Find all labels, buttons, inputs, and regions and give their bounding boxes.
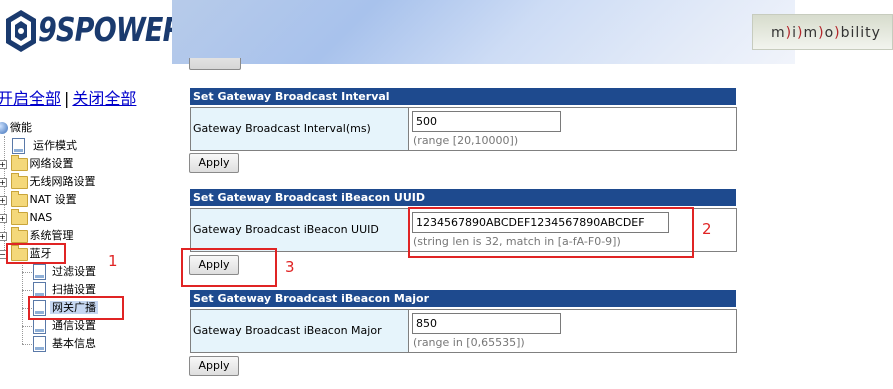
collapse-all-link[interactable]: 关闭全部	[72, 89, 136, 108]
apply-button-previous-partial[interactable]	[189, 58, 241, 70]
expand-plus-icon[interactable]: +	[0, 231, 7, 241]
annotation-box-bluetooth	[6, 243, 66, 264]
tree-item-filter-settings[interactable]: 过滤设置	[33, 264, 96, 280]
tree-connector	[22, 262, 23, 344]
header-logo-area: 9SPOWER	[0, 0, 183, 64]
folder-icon	[10, 208, 28, 225]
folder-icon	[10, 154, 28, 171]
section-header-interval: Set Gateway Broadcast Interval	[190, 88, 736, 105]
tree-item-system[interactable]: + 系统管理	[0, 226, 74, 244]
major-hint: (range in [0,65535])	[413, 336, 525, 349]
tree-item-operation-mode[interactable]: 运作模式	[12, 138, 77, 154]
page-icon	[33, 264, 46, 280]
page-icon	[33, 336, 46, 352]
folder-icon	[10, 172, 28, 189]
apply-interval-button[interactable]: Apply	[189, 153, 239, 173]
major-label: Gateway Broadcast iBeacon Major	[191, 310, 409, 352]
expand-plus-icon[interactable]: +	[0, 177, 7, 187]
interval-label: Gateway Broadcast Interval(ms)	[191, 108, 409, 150]
tree-item-comm-settings[interactable]: 通信设置	[33, 318, 96, 334]
expand-plus-icon[interactable]: +	[0, 195, 7, 205]
tree-item-nas[interactable]: + NAS	[0, 208, 52, 226]
form-row-interval: Gateway Broadcast Interval(ms) (range [2…	[190, 107, 737, 151]
annotation-box-apply	[181, 248, 277, 287]
section-header-major: Set Gateway Broadcast iBeacon Major	[190, 290, 736, 307]
annotation-number-3: 3	[285, 258, 295, 276]
annotation-number-1: 1	[108, 252, 118, 270]
annotation-box-uuid-input	[408, 207, 694, 258]
annotation-number-2: 2	[702, 220, 712, 238]
apply-major-button[interactable]: Apply	[189, 356, 239, 376]
uuid-label: Gateway Broadcast iBeacon UUID	[191, 209, 409, 251]
link-separator: |	[64, 89, 70, 108]
expand-all-link[interactable]: 开启全部	[0, 89, 61, 108]
section-header-uuid: Set Gateway Broadcast iBeacon UUID	[190, 189, 736, 206]
page-icon	[12, 138, 25, 154]
root-globe-icon	[0, 122, 8, 134]
form-row-major: Gateway Broadcast iBeacon Major (range i…	[190, 309, 737, 353]
tree-connector	[22, 344, 32, 345]
tree-toggle-links: 开启全部 | 关闭全部	[0, 85, 136, 109]
interval-hint: (range [20,10000])	[413, 134, 519, 147]
interval-input[interactable]	[412, 111, 561, 132]
partner-logo: m)i)m)o)bility	[752, 14, 893, 50]
folder-icon	[10, 226, 28, 243]
header-banner	[172, 0, 795, 64]
tree-item-network[interactable]: + 网络设置	[0, 154, 74, 172]
tree-connector	[22, 326, 32, 327]
tree-item-basic-info[interactable]: 基本信息	[33, 336, 96, 352]
folder-icon	[10, 190, 28, 207]
major-input[interactable]	[412, 313, 561, 334]
annotation-box-gateway-broadcast	[28, 296, 124, 320]
tree-connector	[22, 290, 32, 291]
tree-connector	[22, 272, 32, 273]
brand-name: 9SPOWER	[38, 10, 183, 49]
tree-item-wireless[interactable]: + 无线网路设置	[0, 172, 96, 190]
brand-logo-icon	[6, 10, 36, 52]
expand-plus-icon[interactable]: +	[0, 159, 7, 169]
expand-plus-icon[interactable]: +	[0, 213, 7, 223]
page-icon	[33, 318, 46, 334]
tree-item-nat[interactable]: + NAT 设置	[0, 190, 77, 208]
tree-root[interactable]: 微能	[0, 120, 32, 136]
